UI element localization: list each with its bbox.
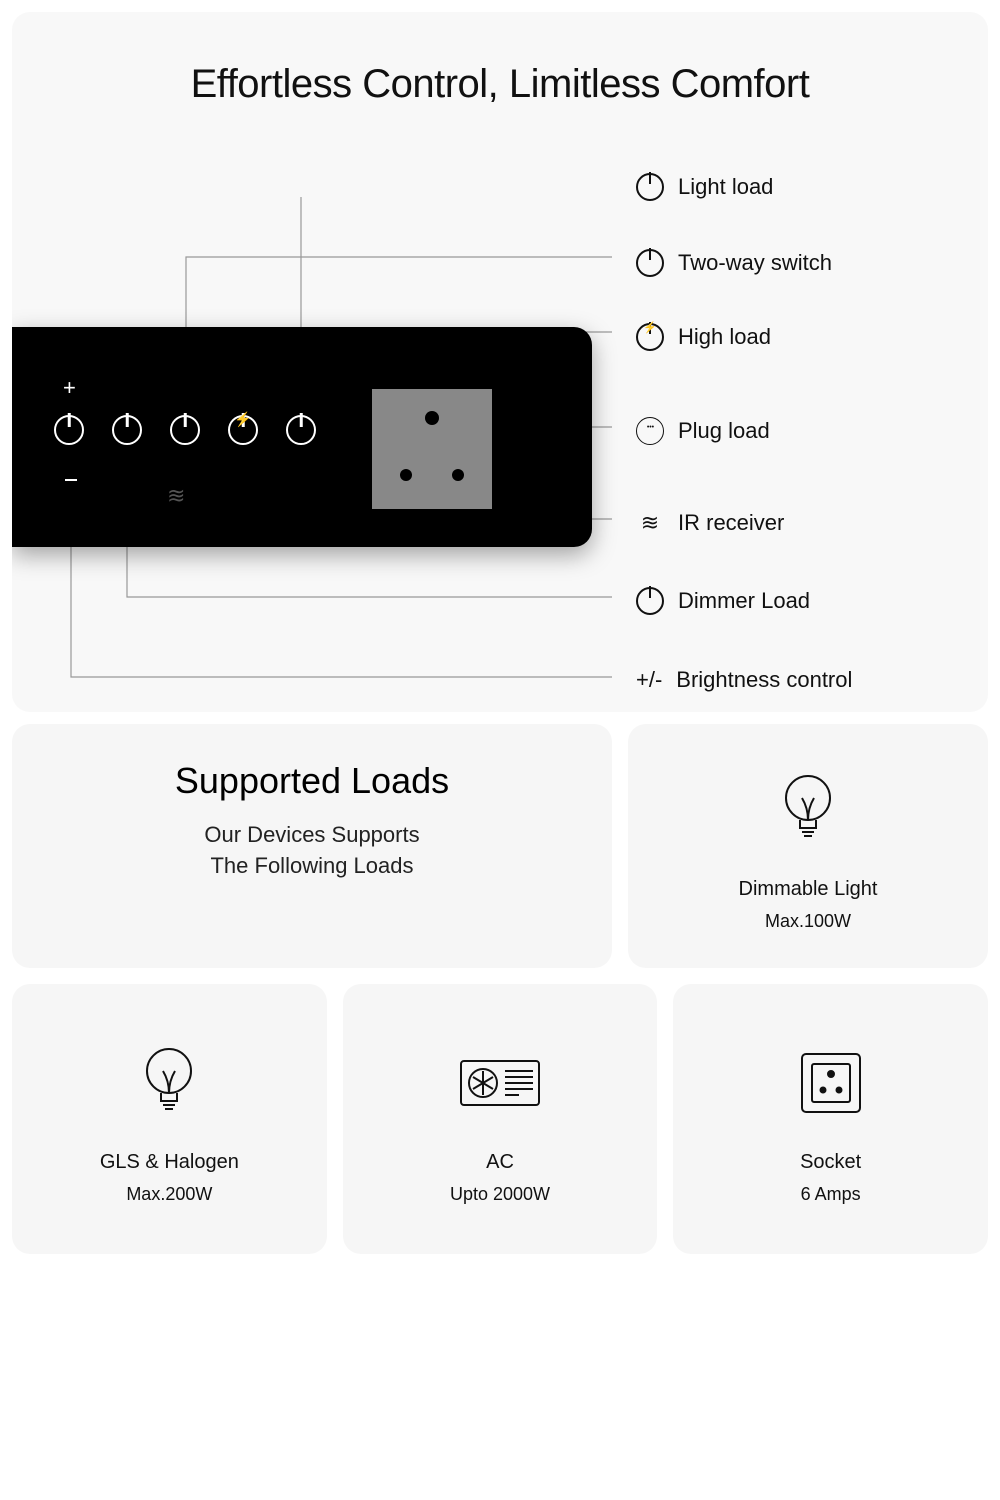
bulb-icon [776, 760, 840, 860]
power-icon [112, 415, 142, 445]
power-high-load-icon: ⚡ [228, 415, 258, 445]
device-panel: + ⚡ ≋ [12, 327, 592, 547]
legend-plug-load: Plug load [636, 417, 770, 445]
cards-row: GLS & Halogen Max.200W AC Upto 2000W Soc… [12, 984, 988, 1254]
card-ac: AC Upto 2000W [343, 984, 658, 1254]
plus-icon: + [63, 375, 76, 401]
power-icon [54, 415, 84, 445]
card-spec: Upto 2000W [450, 1184, 550, 1205]
card-title: AC [486, 1151, 514, 1174]
legend-high-load: ⚡High load [636, 323, 771, 351]
legend-brightness: +/-Brightness control [636, 667, 852, 693]
legend-light-load: Light load [636, 173, 773, 201]
card-spec: Max.100W [765, 911, 851, 932]
legend-ir: ≋IR receiver [636, 509, 784, 537]
card-socket: Socket 6 Amps [673, 984, 988, 1254]
legend-dimmer: Dimmer Load [636, 587, 810, 615]
diagram: + ⚡ ≋ Light load Two-way switch ⚡High lo… [12, 197, 988, 657]
ir-icon: ≋ [167, 483, 185, 509]
ir-icon: ≋ [636, 509, 664, 537]
socket-icon [636, 417, 664, 445]
bulb-icon [137, 1033, 201, 1133]
card-title: Dimmable Light [739, 878, 878, 901]
power-icon [286, 415, 316, 445]
plus-minus-icon: +/- [636, 667, 662, 693]
hero-title: Effortless Control, Limitless Comfort [12, 62, 988, 107]
card-title: Socket [800, 1151, 861, 1174]
supported-intro-card: Supported Loads Our Devices SupportsThe … [12, 724, 612, 968]
minus-icon [65, 479, 77, 481]
card-spec: 6 Amps [801, 1184, 861, 1205]
power-two-way-icon [636, 249, 664, 277]
power-high-load-icon: ⚡ [636, 323, 664, 351]
socket-icon [796, 1033, 866, 1133]
legend-two-way: Two-way switch [636, 249, 832, 277]
supported-title: Supported Loads [48, 760, 576, 802]
card-dimmable: Dimmable Light Max.100W [628, 724, 988, 968]
power-icon [636, 587, 664, 615]
supported-row: Supported Loads Our Devices SupportsThe … [12, 724, 988, 968]
power-icon [636, 173, 664, 201]
card-title: GLS & Halogen [100, 1151, 239, 1174]
card-gls: GLS & Halogen Max.200W [12, 984, 327, 1254]
hero-section: Effortless Control, Limitless Comfort + … [12, 12, 988, 712]
power-two-way-icon [170, 415, 200, 445]
ac-icon [455, 1033, 545, 1133]
supported-subtitle: Our Devices SupportsThe Following Loads [48, 820, 576, 882]
socket-graphic [372, 389, 492, 509]
card-spec: Max.200W [126, 1184, 212, 1205]
